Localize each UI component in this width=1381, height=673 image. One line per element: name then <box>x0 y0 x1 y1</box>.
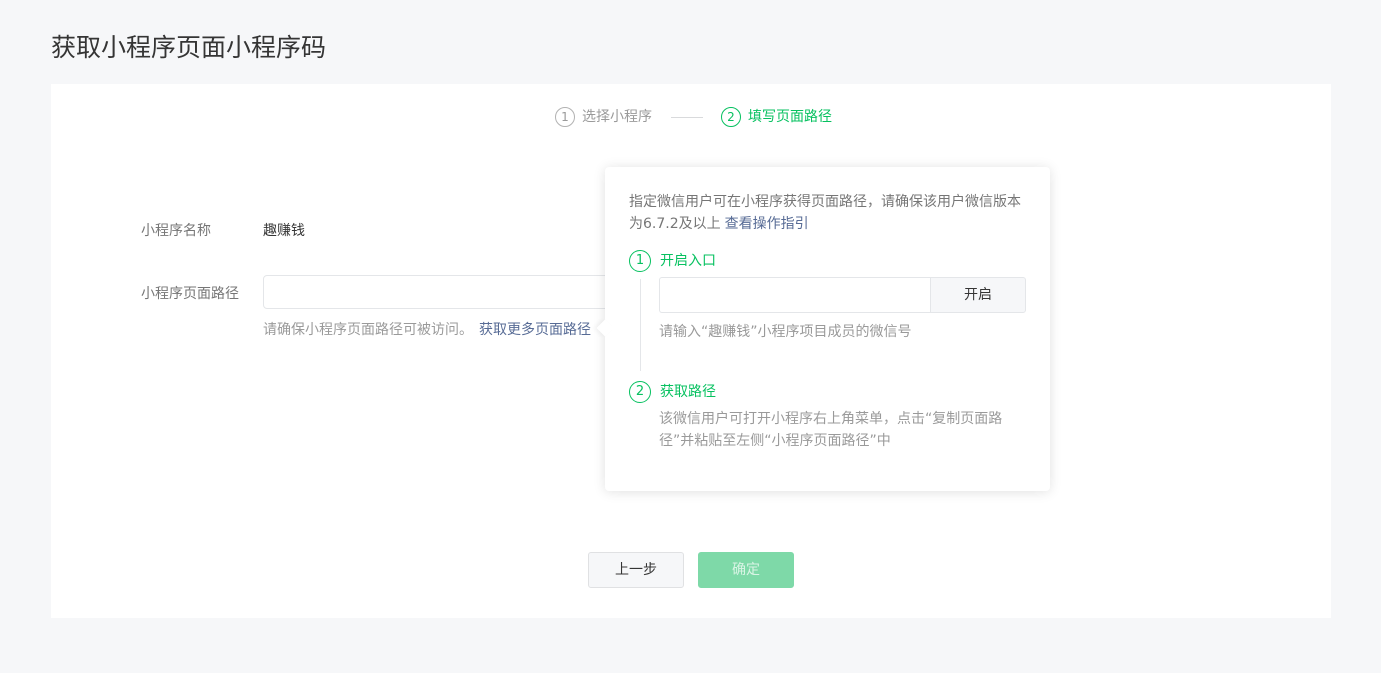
step-number: 2 <box>721 107 741 127</box>
step-number: 2 <box>629 381 651 403</box>
step-fill-page-path: 2 填写页面路径 <box>721 107 832 127</box>
miniprogram-name-value: 趣赚钱 <box>263 223 305 239</box>
popover-step-enable-entry: 1 开启入口 <box>629 250 716 272</box>
popover-arrow <box>596 319 614 337</box>
popover-description: 指定微信用户可在小程序获得页面路径，请确保该用户微信版本为6.7.2及以上 查看操… <box>629 191 1029 235</box>
enable-button[interactable]: 开启 <box>930 277 1026 313</box>
previous-step-button[interactable]: 上一步 <box>588 552 684 588</box>
wechat-id-tip: 请输入“趣赚钱”小程序项目成员的微信号 <box>659 324 912 340</box>
confirm-button[interactable]: 确定 <box>698 552 794 588</box>
page-title: 获取小程序页面小程序码 <box>51 33 327 62</box>
view-guide-link[interactable]: 查看操作指引 <box>725 216 809 232</box>
main-card: 1 选择小程序 2 填写页面路径 小程序名称 趣赚钱 小程序页面路径 请确保小程… <box>51 84 1331 618</box>
step-number: 1 <box>629 250 651 272</box>
miniprogram-name-label: 小程序名称 <box>141 223 211 239</box>
step-divider <box>671 117 703 118</box>
step-indicator: 1 选择小程序 2 填写页面路径 <box>51 107 1331 129</box>
popover-step-get-path: 2 获取路径 <box>629 381 716 403</box>
step-select-miniprogram: 1 选择小程序 <box>555 107 652 127</box>
popover-step-title: 开启入口 <box>660 253 716 269</box>
page-path-tip-text: 请确保小程序页面路径可被访问。 <box>263 322 473 338</box>
popover-step-title: 获取路径 <box>660 384 716 400</box>
popover-description-text: 指定微信用户可在小程序获得页面路径，请确保该用户微信版本为6.7.2及以上 <box>629 194 1021 232</box>
step-connector-line <box>640 279 641 371</box>
get-path-popover: 指定微信用户可在小程序获得页面路径，请确保该用户微信版本为6.7.2及以上 查看操… <box>596 167 1050 491</box>
wechat-id-input[interactable] <box>659 277 930 313</box>
page-path-label: 小程序页面路径 <box>141 286 239 302</box>
step-number: 1 <box>555 107 575 127</box>
step-label: 选择小程序 <box>582 109 652 125</box>
page-path-input[interactable] <box>263 275 609 309</box>
page-path-tip: 请确保小程序页面路径可被访问。 获取更多页面路径 <box>263 320 591 340</box>
get-path-description: 该微信用户可打开小程序右上角菜单，点击“复制页面路径”并粘贴至左侧“小程序页面路… <box>659 411 1003 449</box>
get-more-paths-link[interactable]: 获取更多页面路径 <box>479 322 591 338</box>
step-label: 填写页面路径 <box>748 109 832 125</box>
